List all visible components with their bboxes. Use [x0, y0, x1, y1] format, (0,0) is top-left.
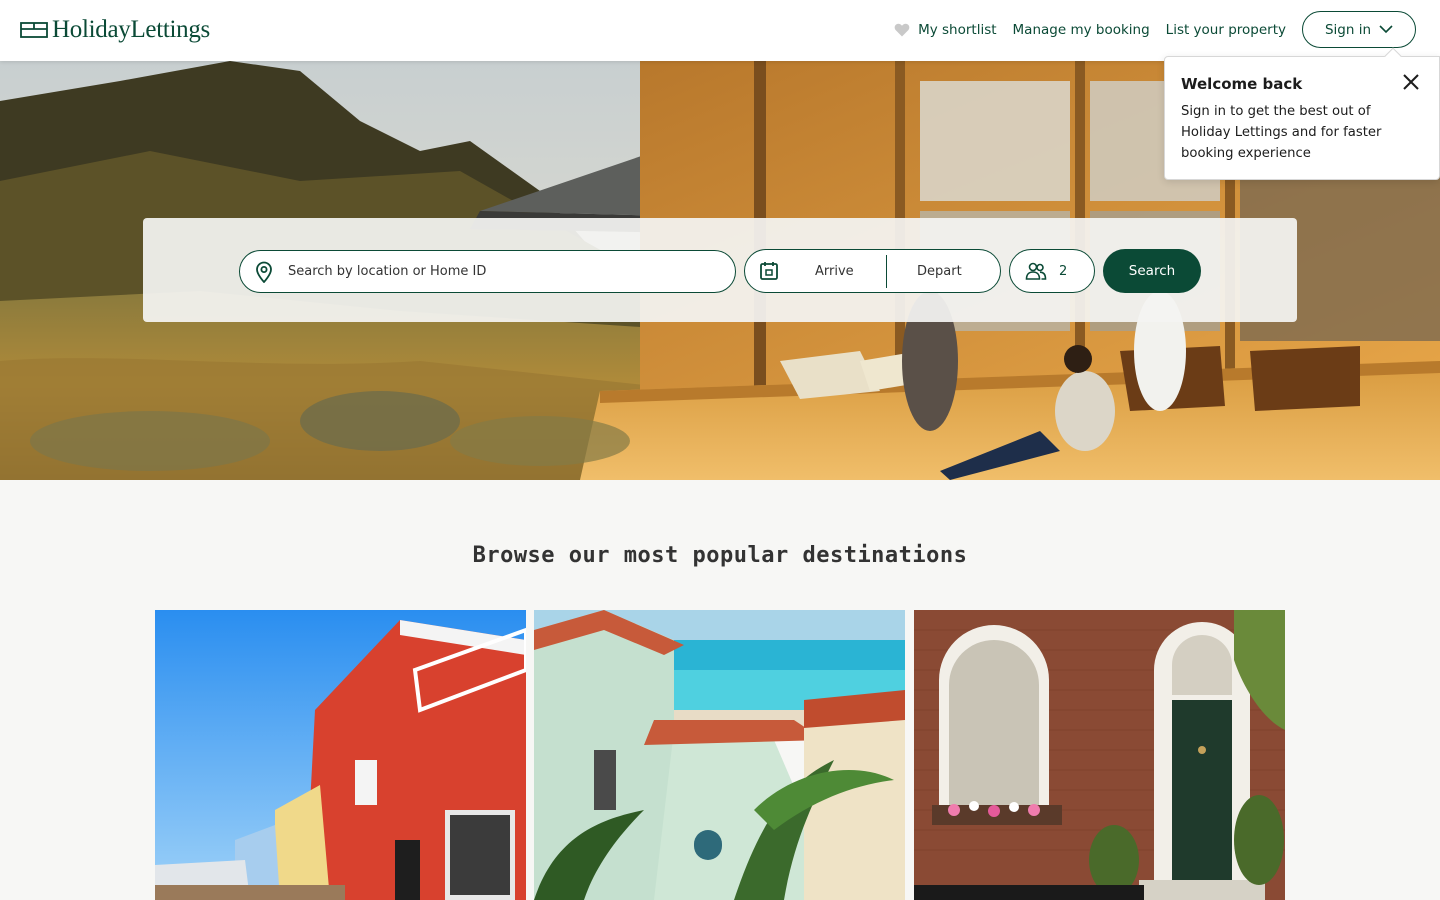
search-panel: Search by location or Home ID Arrive Dep… — [143, 218, 1297, 322]
beach-villa-photo — [534, 610, 905, 900]
welcome-back-popover: Welcome back Sign in to get the best out… — [1164, 47, 1440, 180]
guests-selector[interactable]: 2 — [1009, 249, 1095, 293]
top-nav: My shortlist Manage my booking List your… — [894, 11, 1416, 48]
location-search-placeholder: Search by location or Home ID — [288, 264, 487, 279]
chevron-down-icon — [1379, 25, 1393, 34]
sign-in-label: Sign in — [1324, 21, 1372, 38]
destination-card-harbour[interactable] — [155, 610, 526, 900]
holidaylettings-logo[interactable]: HolidayLettings — [20, 17, 210, 42]
list-property-link[interactable]: List your property — [1166, 12, 1286, 48]
search-button[interactable]: Search — [1103, 249, 1201, 293]
destination-card-beach[interactable] — [534, 610, 905, 900]
logo-icon — [20, 21, 48, 38]
logo-text: HolidayLettings — [52, 16, 210, 43]
date-divider — [886, 255, 887, 288]
location-search-input[interactable]: Search by location or Home ID — [239, 250, 736, 293]
brick-townhouse-photo — [914, 610, 1285, 900]
map-pin-icon — [256, 261, 272, 283]
guests-count: 2 — [1059, 263, 1068, 279]
popover-title: Welcome back — [1181, 75, 1303, 93]
sign-in-button[interactable]: Sign in — [1302, 11, 1416, 48]
site-header: HolidayLettings My shortlist Manage my b… — [0, 0, 1440, 61]
date-picker[interactable]: Arrive Depart — [744, 249, 1001, 293]
calendar-icon — [760, 262, 778, 280]
destination-card-townhouse[interactable] — [914, 610, 1285, 900]
popover-body: Sign in to get the best out of Holiday L… — [1181, 104, 1382, 161]
harbour-boardwalk-photo — [155, 610, 526, 900]
arrive-field[interactable]: Arrive — [815, 264, 854, 279]
my-shortlist-link[interactable]: My shortlist — [894, 12, 997, 48]
browse-destinations-title: Browse our most popular destinations — [472, 543, 968, 568]
heart-icon — [894, 23, 910, 36]
my-shortlist-label: My shortlist — [918, 21, 997, 38]
close-icon[interactable] — [1401, 72, 1421, 92]
guests-icon — [1025, 262, 1047, 280]
manage-booking-link[interactable]: Manage my booking — [1013, 12, 1150, 48]
depart-field[interactable]: Depart — [917, 264, 962, 279]
